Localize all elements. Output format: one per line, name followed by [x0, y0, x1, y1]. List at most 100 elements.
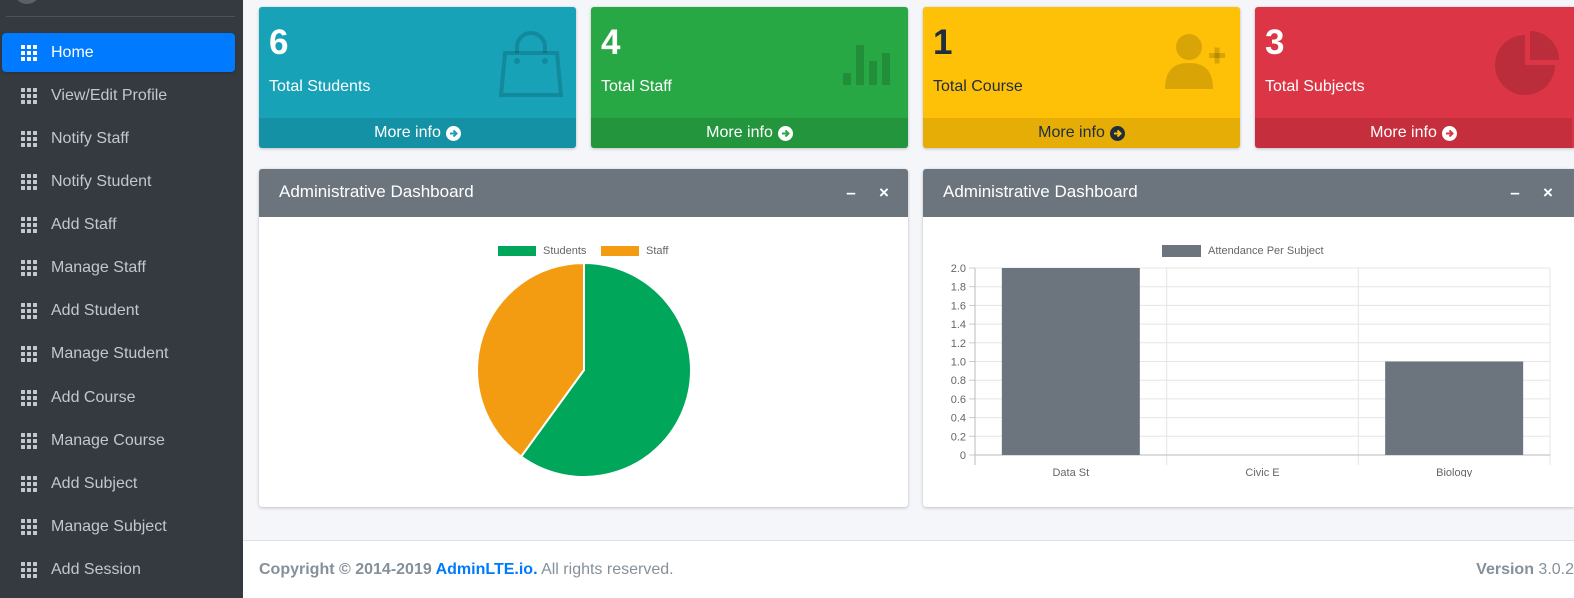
card-header: Administrative Dashboard – × — [259, 169, 908, 217]
sidebar-item-add-student[interactable]: Add Student — [2, 291, 235, 330]
close-button[interactable]: × — [875, 184, 893, 202]
bar-data-st[interactable] — [1001, 268, 1140, 455]
stat-box-course: 1 Total Course More info — [923, 7, 1240, 148]
grid-icon — [21, 302, 39, 319]
grid-icon — [21, 130, 39, 147]
stat-box-staff: 4 Total Staff More info — [591, 7, 908, 148]
bar-chart: 2.0 1.8 1.6 1.4 1.2 1.0 0.8 0.6 0.4 0.2 0 Data St Ci… — [951, 263, 1551, 477]
stat-value: 4 — [601, 23, 621, 62]
sidebar-item-add-session[interactable]: Add Session — [2, 550, 235, 589]
sidebar-item-label: Add Course — [51, 388, 136, 406]
main-footer: Copyright © 2014-2019 AdminLTE.io. All r… — [243, 540, 1574, 598]
more-info-link[interactable]: More info — [591, 118, 908, 148]
sidebar-item-manage-student[interactable]: Manage Student — [2, 334, 235, 373]
arrow-circle-right-icon — [1441, 125, 1457, 141]
sidebar-item-add-staff[interactable]: Add Staff — [2, 205, 235, 244]
arrow-circle-right-icon — [777, 125, 793, 141]
y-tick-label: 0.2 — [951, 431, 966, 443]
stat-label: Total Subjects — [1265, 78, 1365, 95]
stat-label: Total Staff — [601, 78, 672, 95]
sidebar-item-label: Manage Student — [51, 344, 169, 362]
sidebar-item-label: Add Staff — [51, 215, 117, 233]
sidebar-item-home[interactable]: Home — [2, 33, 235, 72]
pie-chart — [476, 264, 692, 478]
stat-box-subjects: 3 Total Subjects More info — [1255, 7, 1574, 148]
bar-chart-icon — [843, 45, 890, 85]
y-tick-label: 1.8 — [951, 282, 966, 294]
sidebar-item-view-edit-profile[interactable]: View/Edit Profile — [2, 76, 235, 115]
dashboard-card-bar: Administrative Dashboard – × Attendance … — [923, 169, 1574, 507]
legend-label: Attendance Per Subject — [1208, 245, 1324, 257]
grid-icon — [21, 87, 39, 104]
legend-swatch — [1162, 245, 1201, 257]
y-tick-label: 1.2 — [951, 338, 966, 350]
shopping-bag-icon — [499, 31, 563, 97]
x-tick-label: Civic E — [1245, 467, 1279, 477]
card-title: Administrative Dashboard — [943, 182, 1138, 201]
sidebar-item-label: Add Student — [51, 301, 140, 319]
minimize-button[interactable]: – — [1506, 184, 1524, 202]
y-tick-label: 2.0 — [951, 263, 966, 275]
sidebar-item-label: Notify Student — [51, 172, 152, 190]
bar-biology[interactable] — [1385, 361, 1524, 456]
dashboard-card-pie: Administrative Dashboard – × Students St… — [259, 169, 908, 507]
sidebar-divider — [6, 16, 235, 17]
sidebar-item-manage-staff[interactable]: Manage Staff — [2, 248, 235, 287]
sidebar-item-label: Add Session — [51, 560, 141, 578]
x-tick-label: Biology — [1436, 467, 1473, 477]
grid-icon — [21, 475, 39, 492]
sidebar-item-manage-subject[interactable]: Manage Subject — [2, 507, 235, 546]
y-tick-label: 1.0 — [951, 357, 966, 369]
grid-icon — [21, 432, 39, 449]
minimize-button[interactable]: – — [842, 184, 860, 202]
copyright-text: Copyright © 2014-2019 AdminLTE.io. All r… — [259, 561, 674, 578]
y-tick-label: 0.8 — [951, 375, 966, 387]
version-text: Version 3.0.2 — [1476, 561, 1574, 578]
more-info-link[interactable]: More info — [923, 118, 1240, 148]
stat-value: 6 — [269, 23, 289, 62]
sidebar: Home View/Edit Profile Notify Staff Notify … — [0, 0, 243, 598]
legend-label: Staff — [646, 245, 669, 257]
sidebar-item-add-subject[interactable]: Add Subject — [2, 464, 235, 503]
more-info-link[interactable]: More info — [259, 118, 576, 148]
stat-box-students: 6 Total Students More info — [259, 7, 576, 148]
brand-logo — [14, 0, 40, 4]
user-plus-icon — [1165, 34, 1225, 89]
sidebar-item-manage-course[interactable]: Manage Course — [2, 421, 235, 460]
close-button[interactable]: × — [1539, 184, 1557, 202]
card-title: Administrative Dashboard — [279, 182, 474, 201]
y-tick-label: 0 — [960, 450, 966, 462]
sidebar-item-notify-staff[interactable]: Notify Staff — [2, 119, 235, 158]
sidebar-item-label: Manage Staff — [51, 258, 146, 276]
legend-item-staff[interactable]: Staff — [601, 245, 668, 257]
sidebar-item-notify-student[interactable]: Notify Student — [2, 162, 235, 201]
more-info-link[interactable]: More info — [1255, 118, 1572, 148]
brand-link[interactable]: AdminLTE.io. — [436, 561, 538, 578]
sidebar-item-label: View/Edit Profile — [51, 86, 168, 104]
stat-value: 1 — [933, 23, 953, 62]
sidebar-item-label: Add Subject — [51, 474, 138, 492]
stat-label: Total Students — [269, 78, 371, 95]
sidebar-item-label: Manage Course — [51, 431, 165, 449]
grid-icon — [21, 44, 39, 61]
sidebar-item-label: Notify Staff — [51, 129, 129, 147]
y-tick-label: 0.6 — [951, 394, 966, 406]
x-tick-label: Data St — [1052, 467, 1089, 477]
card-header: Administrative Dashboard – × — [923, 169, 1574, 217]
grid-icon — [21, 518, 39, 535]
grid-icon — [21, 216, 39, 233]
grid-icon — [21, 173, 39, 190]
sidebar-item-add-course[interactable]: Add Course — [2, 378, 235, 417]
legend-item-students[interactable]: Students — [498, 245, 586, 257]
stat-label: Total Course — [933, 78, 1023, 95]
arrow-circle-right-icon — [445, 125, 461, 141]
y-tick-label: 1.4 — [951, 319, 966, 331]
sidebar-item-label: Manage Subject — [51, 517, 167, 535]
grid-icon — [21, 389, 39, 406]
legend-item-attendance[interactable]: Attendance Per Subject — [1162, 245, 1324, 257]
grid-icon — [21, 259, 39, 276]
legend-label: Students — [543, 245, 587, 257]
stat-value: 3 — [1265, 23, 1285, 62]
pie-chart-icon — [1495, 31, 1559, 95]
y-tick-label: 1.6 — [951, 300, 966, 312]
